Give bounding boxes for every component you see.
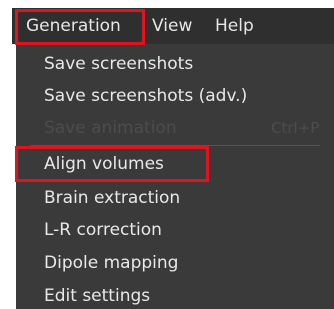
menubar: Generation View Help [12, 8, 334, 44]
menu-help[interactable]: Help [215, 8, 254, 44]
menu-item-save-screenshots-adv[interactable]: Save screenshots (adv.) [44, 82, 247, 110]
menu-item-lr-correction[interactable]: L-R correction [44, 216, 162, 244]
menu-separator [30, 145, 320, 146]
menu-view[interactable]: View [152, 8, 192, 44]
menu-item-brain-extraction[interactable]: Brain extraction [44, 184, 180, 212]
menu-item-save-screenshots[interactable]: Save screenshots [44, 50, 193, 78]
menu-item-align-volumes[interactable]: Align volumes [44, 150, 164, 178]
menu-item-edit-settings[interactable]: Edit settings [44, 282, 150, 309]
shortcut-save-animation: Ctrl+P [271, 119, 320, 137]
menu-generation[interactable]: Generation [26, 8, 121, 44]
app-root: Generation View Help Save screenshots Sa… [0, 0, 334, 309]
menu-item-save-animation: Save animation [44, 118, 177, 138]
generation-dropdown-menu: Save screenshots Save screenshots (adv.)… [16, 44, 334, 309]
menu-item-dipole-mapping[interactable]: Dipole mapping [44, 249, 178, 277]
